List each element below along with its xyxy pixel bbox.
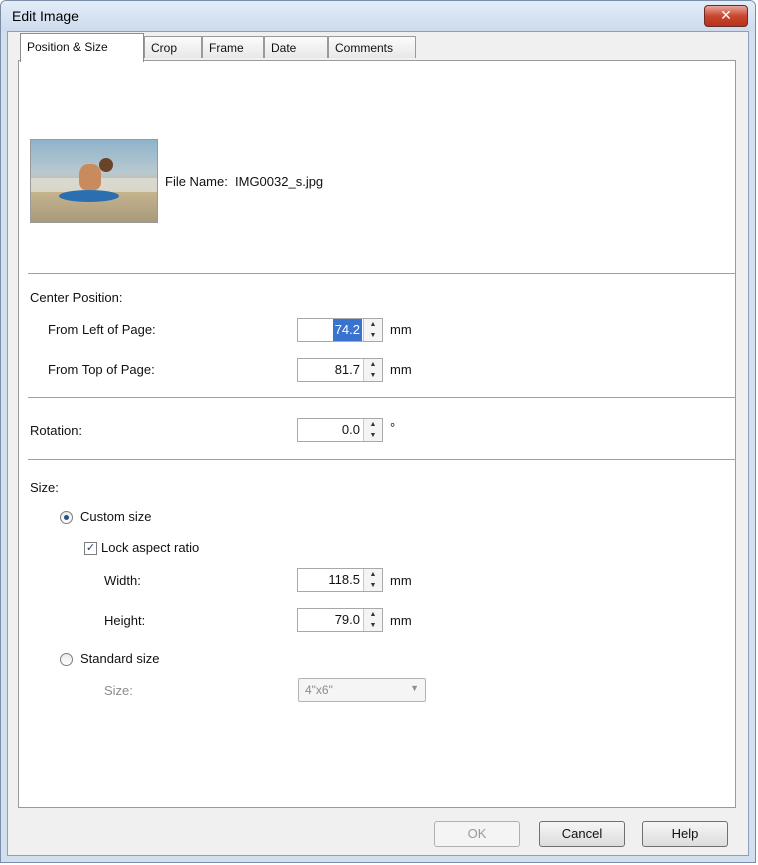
spin-up-icon[interactable]: ▲ xyxy=(364,319,382,330)
file-name-label: File Name: xyxy=(165,174,228,189)
from-top-spin-buttons[interactable]: ▲ ▼ xyxy=(363,359,382,381)
height-spin-buttons[interactable]: ▲ ▼ xyxy=(363,609,382,631)
from-left-unit: mm xyxy=(390,322,412,337)
rotation-unit: ° xyxy=(390,420,396,435)
width-label: Width: xyxy=(104,573,141,588)
spin-down-icon[interactable]: ▼ xyxy=(364,620,382,631)
tab-date[interactable]: Date xyxy=(264,36,328,58)
spin-down-icon[interactable]: ▼ xyxy=(364,370,382,381)
spin-up-icon[interactable]: ▲ xyxy=(364,359,382,370)
cancel-button[interactable]: Cancel xyxy=(539,821,625,847)
from-top-label: From Top of Page: xyxy=(48,362,155,377)
custom-size-radio[interactable] xyxy=(60,511,73,524)
rotation-spinner[interactable]: 0.0 ▲ ▼ xyxy=(297,418,383,442)
height-value[interactable]: 79.0 xyxy=(333,609,362,631)
lock-aspect-checkbox[interactable]: ✓ xyxy=(84,542,97,555)
width-unit: mm xyxy=(390,573,412,588)
close-button[interactable]: ✕ xyxy=(704,5,748,27)
from-left-spinner[interactable]: 74.2 ▲ ▼ xyxy=(297,318,383,342)
title-bar[interactable]: Edit Image ✕ xyxy=(1,1,755,31)
file-name-value: IMG0032_s.jpg xyxy=(235,174,324,189)
tab-comments[interactable]: Comments xyxy=(328,36,416,58)
height-spinner[interactable]: 79.0 ▲ ▼ xyxy=(297,608,383,632)
divider xyxy=(28,397,736,398)
spin-up-icon[interactable]: ▲ xyxy=(364,419,382,430)
spin-down-icon[interactable]: ▼ xyxy=(364,580,382,591)
standard-size-field-label: Size: xyxy=(104,683,133,698)
width-value[interactable]: 118.5 xyxy=(326,569,362,591)
standard-size-label[interactable]: Standard size xyxy=(80,651,160,666)
height-unit: mm xyxy=(390,613,412,628)
divider xyxy=(28,273,736,274)
standard-size-select[interactable]: 4"x6" ▼ xyxy=(298,678,426,702)
standard-size-value: 4"x6" xyxy=(305,683,333,697)
rotation-spin-buttons[interactable]: ▲ ▼ xyxy=(363,419,382,441)
from-left-spin-buttons[interactable]: ▲ ▼ xyxy=(363,319,382,341)
from-top-spinner[interactable]: 81.7 ▲ ▼ xyxy=(297,358,383,382)
help-button[interactable]: Help xyxy=(642,821,728,847)
chevron-down-icon: ▼ xyxy=(410,683,419,693)
ok-button[interactable]: OK xyxy=(434,821,520,847)
window-title: Edit Image xyxy=(12,8,79,24)
height-label: Height: xyxy=(104,613,146,628)
from-top-value[interactable]: 81.7 xyxy=(333,359,362,381)
rotation-value[interactable]: 0.0 xyxy=(340,419,362,441)
tab-crop[interactable]: Crop xyxy=(144,36,202,58)
rotation-label: Rotation: xyxy=(30,423,83,438)
from-left-label: From Left of Page: xyxy=(48,322,156,337)
tab-position-size[interactable]: Position & Size xyxy=(20,33,144,62)
custom-size-label[interactable]: Custom size xyxy=(80,509,152,524)
tab-frame[interactable]: Frame xyxy=(202,36,264,58)
spin-down-icon[interactable]: ▼ xyxy=(364,430,382,441)
image-thumbnail xyxy=(30,139,158,223)
divider xyxy=(28,459,736,460)
from-top-unit: mm xyxy=(390,362,412,377)
width-spinner[interactable]: 118.5 ▲ ▼ xyxy=(297,568,383,592)
center-position-heading: Center Position: xyxy=(30,290,123,305)
spin-up-icon[interactable]: ▲ xyxy=(364,569,382,580)
from-left-value[interactable]: 74.2 xyxy=(332,319,362,341)
width-spin-buttons[interactable]: ▲ ▼ xyxy=(363,569,382,591)
spin-down-icon[interactable]: ▼ xyxy=(364,330,382,341)
spin-up-icon[interactable]: ▲ xyxy=(364,609,382,620)
lock-aspect-label[interactable]: Lock aspect ratio xyxy=(101,540,199,555)
size-heading: Size: xyxy=(30,480,59,495)
standard-size-radio[interactable] xyxy=(60,653,73,666)
